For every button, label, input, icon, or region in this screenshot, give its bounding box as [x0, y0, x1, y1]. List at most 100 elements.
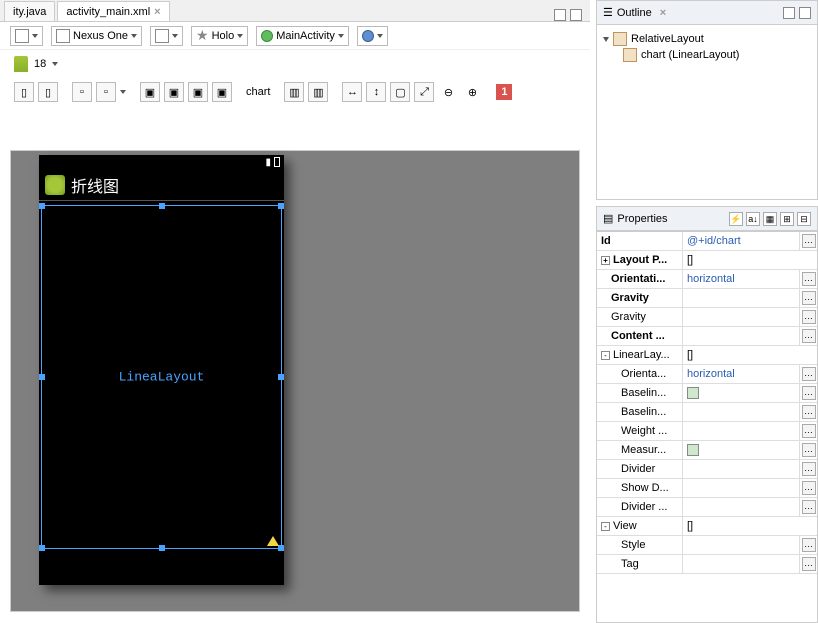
more-button[interactable]: … — [802, 405, 816, 419]
zoom-fit-button[interactable]: ⤢ — [414, 82, 434, 102]
more-button[interactable]: … — [802, 443, 816, 457]
expand-button[interactable]: ⊞ — [780, 212, 794, 226]
minimize-icon[interactable] — [783, 7, 795, 19]
expand-toggle[interactable]: - — [601, 522, 610, 531]
distribute4-button[interactable]: ▣ — [212, 82, 232, 102]
property-value[interactable] — [683, 441, 799, 459]
property-value[interactable]: horizontal — [683, 270, 799, 288]
property-row[interactable]: Divider… — [597, 460, 817, 479]
expand-icon[interactable] — [603, 37, 609, 42]
property-value[interactable] — [683, 498, 799, 516]
tree-child[interactable]: chart (LinearLayout) — [603, 47, 811, 63]
chevron-down-icon[interactable] — [120, 90, 126, 94]
zoom-in-button[interactable]: ⊕ — [462, 82, 482, 102]
distribute-button[interactable]: ▣ — [140, 82, 160, 102]
property-value[interactable] — [683, 308, 799, 326]
tab-xml[interactable]: activity_main.xml × — [57, 1, 169, 21]
device-dropdown[interactable]: Nexus One — [51, 26, 142, 46]
palette-dropdown[interactable] — [10, 26, 43, 46]
property-value[interactable]: [] — [683, 517, 817, 535]
property-label: Baselin... — [621, 406, 666, 418]
property-value[interactable] — [683, 422, 799, 440]
expand-toggle[interactable]: + — [601, 256, 610, 265]
property-row[interactable]: Show D...… — [597, 479, 817, 498]
property-value[interactable]: [] — [683, 251, 817, 269]
property-value[interactable]: @+id/chart — [683, 232, 799, 250]
design-canvas[interactable]: ▮ 折线图 LineaLayout — [10, 150, 580, 612]
property-row[interactable]: Id@+id/chart… — [597, 232, 817, 251]
sort-az-button[interactable]: a↓ — [746, 212, 760, 226]
align-center-button[interactable]: ▫ — [96, 82, 116, 102]
more-button[interactable]: … — [802, 462, 816, 476]
property-row[interactable]: Style… — [597, 536, 817, 555]
activity-dropdown[interactable]: MainActivity — [256, 26, 349, 46]
property-row[interactable]: Baselin...… — [597, 384, 817, 403]
zoom-out-button[interactable]: ⊖ — [438, 82, 458, 102]
width-btn2[interactable]: ↕ — [366, 82, 386, 102]
property-row[interactable]: Measur...… — [597, 441, 817, 460]
property-value[interactable] — [683, 384, 799, 402]
minimize-icon[interactable] — [554, 9, 566, 21]
property-value[interactable] — [683, 536, 799, 554]
property-row[interactable]: +Layout P... [] — [597, 251, 817, 270]
property-value[interactable]: horizontal — [683, 365, 799, 383]
property-row[interactable]: Gravity… — [597, 289, 817, 308]
align-left-button[interactable]: ▯ — [14, 82, 34, 102]
property-value[interactable] — [683, 460, 799, 478]
more-button[interactable]: … — [802, 481, 816, 495]
property-value[interactable] — [683, 403, 799, 421]
more-button[interactable]: … — [802, 234, 816, 248]
show-button[interactable]: ⊟ — [797, 212, 811, 226]
tree-root[interactable]: RelativeLayout — [603, 31, 811, 47]
lint-warning-badge[interactable]: 1 — [496, 84, 512, 100]
more-button[interactable]: … — [802, 500, 816, 514]
property-row[interactable]: Weight ...… — [597, 422, 817, 441]
property-row[interactable]: Orientati...horizontal… — [597, 270, 817, 289]
property-row[interactable]: Content ...… — [597, 327, 817, 346]
more-button[interactable]: … — [802, 386, 816, 400]
more-button[interactable]: … — [802, 557, 816, 571]
filter-button[interactable]: ⚡ — [729, 212, 743, 226]
property-value[interactable] — [683, 479, 799, 497]
theme-dropdown[interactable]: ★Holo — [191, 26, 248, 46]
property-value[interactable] — [683, 327, 799, 345]
align-right-button[interactable]: ▯ — [38, 82, 58, 102]
property-row[interactable]: Tag… — [597, 555, 817, 574]
layout-btn2[interactable]: ▥ — [308, 82, 328, 102]
close-icon[interactable]: × — [660, 7, 666, 19]
property-value[interactable] — [683, 555, 799, 573]
property-label: Layout P... — [613, 254, 667, 266]
chevron-down-icon[interactable] — [52, 62, 58, 66]
more-button[interactable]: … — [802, 291, 816, 305]
align-top-button[interactable]: ▫ — [72, 82, 92, 102]
distribute3-button[interactable]: ▣ — [188, 82, 208, 102]
width-btn3[interactable]: ▢ — [390, 82, 410, 102]
property-label: Orienta... — [621, 368, 666, 380]
width-btn1[interactable]: ↔ — [342, 82, 362, 102]
property-row[interactable]: Gravity… — [597, 308, 817, 327]
close-icon[interactable]: × — [154, 6, 160, 18]
property-row[interactable]: Baselin... … — [597, 403, 817, 422]
maximize-icon[interactable] — [799, 7, 811, 19]
property-value[interactable] — [683, 289, 799, 307]
collapse-button[interactable]: ▦ — [763, 212, 777, 226]
expand-toggle[interactable]: - — [601, 351, 610, 360]
locale-dropdown[interactable] — [357, 26, 388, 46]
orientation-dropdown[interactable] — [150, 26, 183, 46]
more-button[interactable]: … — [802, 424, 816, 438]
more-button[interactable]: … — [802, 538, 816, 552]
more-button[interactable]: … — [802, 329, 816, 343]
maximize-icon[interactable] — [570, 9, 582, 21]
property-row[interactable]: -View[] — [597, 517, 817, 536]
property-row[interactable]: Divider ...… — [597, 498, 817, 517]
property-value[interactable]: [] — [683, 346, 817, 364]
selected-element[interactable]: LineaLayout — [41, 205, 282, 549]
property-row[interactable]: -LinearLay...[] — [597, 346, 817, 365]
tab-java[interactable]: ity.java — [4, 1, 55, 21]
layout-btn1[interactable]: ▥ — [284, 82, 304, 102]
distribute2-button[interactable]: ▣ — [164, 82, 184, 102]
more-button[interactable]: … — [802, 367, 816, 381]
more-button[interactable]: … — [802, 272, 816, 286]
more-button[interactable]: … — [802, 310, 816, 324]
property-row[interactable]: Orienta... horizontal… — [597, 365, 817, 384]
